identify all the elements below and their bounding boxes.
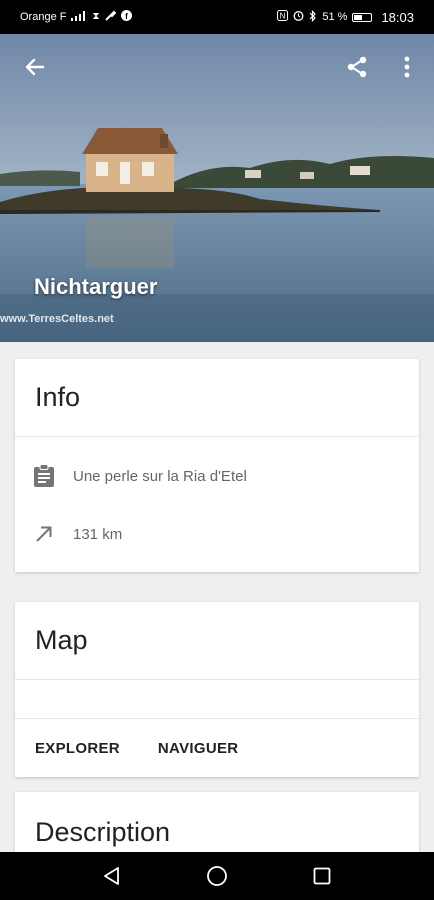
square-recents-icon xyxy=(313,867,331,885)
map-actions: EXPLORER NAVIGUER xyxy=(15,719,419,777)
status-left: Orange F ⧗ f xyxy=(20,10,132,24)
back-arrow-icon xyxy=(25,58,45,76)
circle-home-icon xyxy=(207,866,227,886)
clipboard-icon xyxy=(15,464,73,488)
map-card-title: Map xyxy=(15,602,419,680)
wrench-icon xyxy=(104,10,116,24)
map-placeholder xyxy=(15,680,419,719)
map-card: Map EXPLORER NAVIGUER xyxy=(15,602,419,777)
info-distance-text: 131 km xyxy=(73,525,123,543)
hero-image: Nichtarguer www.TerresCeltes.net xyxy=(0,34,434,342)
battery-icon xyxy=(352,12,373,22)
battery-percent: 51 % xyxy=(322,11,348,23)
more-options-button[interactable] xyxy=(387,47,427,87)
naviguer-button[interactable]: NAVIGUER xyxy=(158,740,238,757)
more-vert-icon xyxy=(404,56,410,78)
hourglass-icon: ⧗ xyxy=(92,11,100,22)
signal-icon xyxy=(71,10,87,24)
back-button[interactable] xyxy=(15,47,55,87)
info-card-title: Info xyxy=(15,359,419,437)
carrier-label: Orange F xyxy=(20,11,67,23)
info-row-distance: 131 km xyxy=(15,514,122,554)
facebook-icon: f xyxy=(120,10,132,24)
nav-recents-button[interactable] xyxy=(302,856,342,896)
bluetooth-icon xyxy=(309,9,317,25)
info-row-description: Une perle sur la Ria d'Etel xyxy=(15,456,247,496)
share-button[interactable] xyxy=(337,47,377,87)
share-icon xyxy=(347,56,367,78)
svg-text:f: f xyxy=(125,12,128,21)
status-bar: Orange F ⧗ f N 51 % 18:03 xyxy=(0,0,434,34)
status-right: N 51 % 18:03 xyxy=(277,10,414,25)
info-description-text: Une perle sur la Ria d'Etel xyxy=(73,467,247,485)
triangle-back-icon xyxy=(104,867,120,885)
nfc-icon: N xyxy=(277,10,289,24)
explorer-button[interactable]: EXPLORER xyxy=(35,740,120,757)
nav-back-button[interactable] xyxy=(92,856,132,896)
svg-text:N: N xyxy=(280,12,286,21)
clock: 18:03 xyxy=(381,9,414,25)
place-title: Nichtarguer xyxy=(34,274,158,299)
photo-watermark: www.TerresCeltes.net xyxy=(0,313,114,325)
nav-home-button[interactable] xyxy=(197,856,237,896)
info-card: Info Une perle sur la Ria d'Etel 131 km xyxy=(15,359,419,572)
system-nav-bar xyxy=(0,852,434,900)
arrow-northeast-icon xyxy=(15,524,73,544)
alarm-icon xyxy=(293,10,304,24)
